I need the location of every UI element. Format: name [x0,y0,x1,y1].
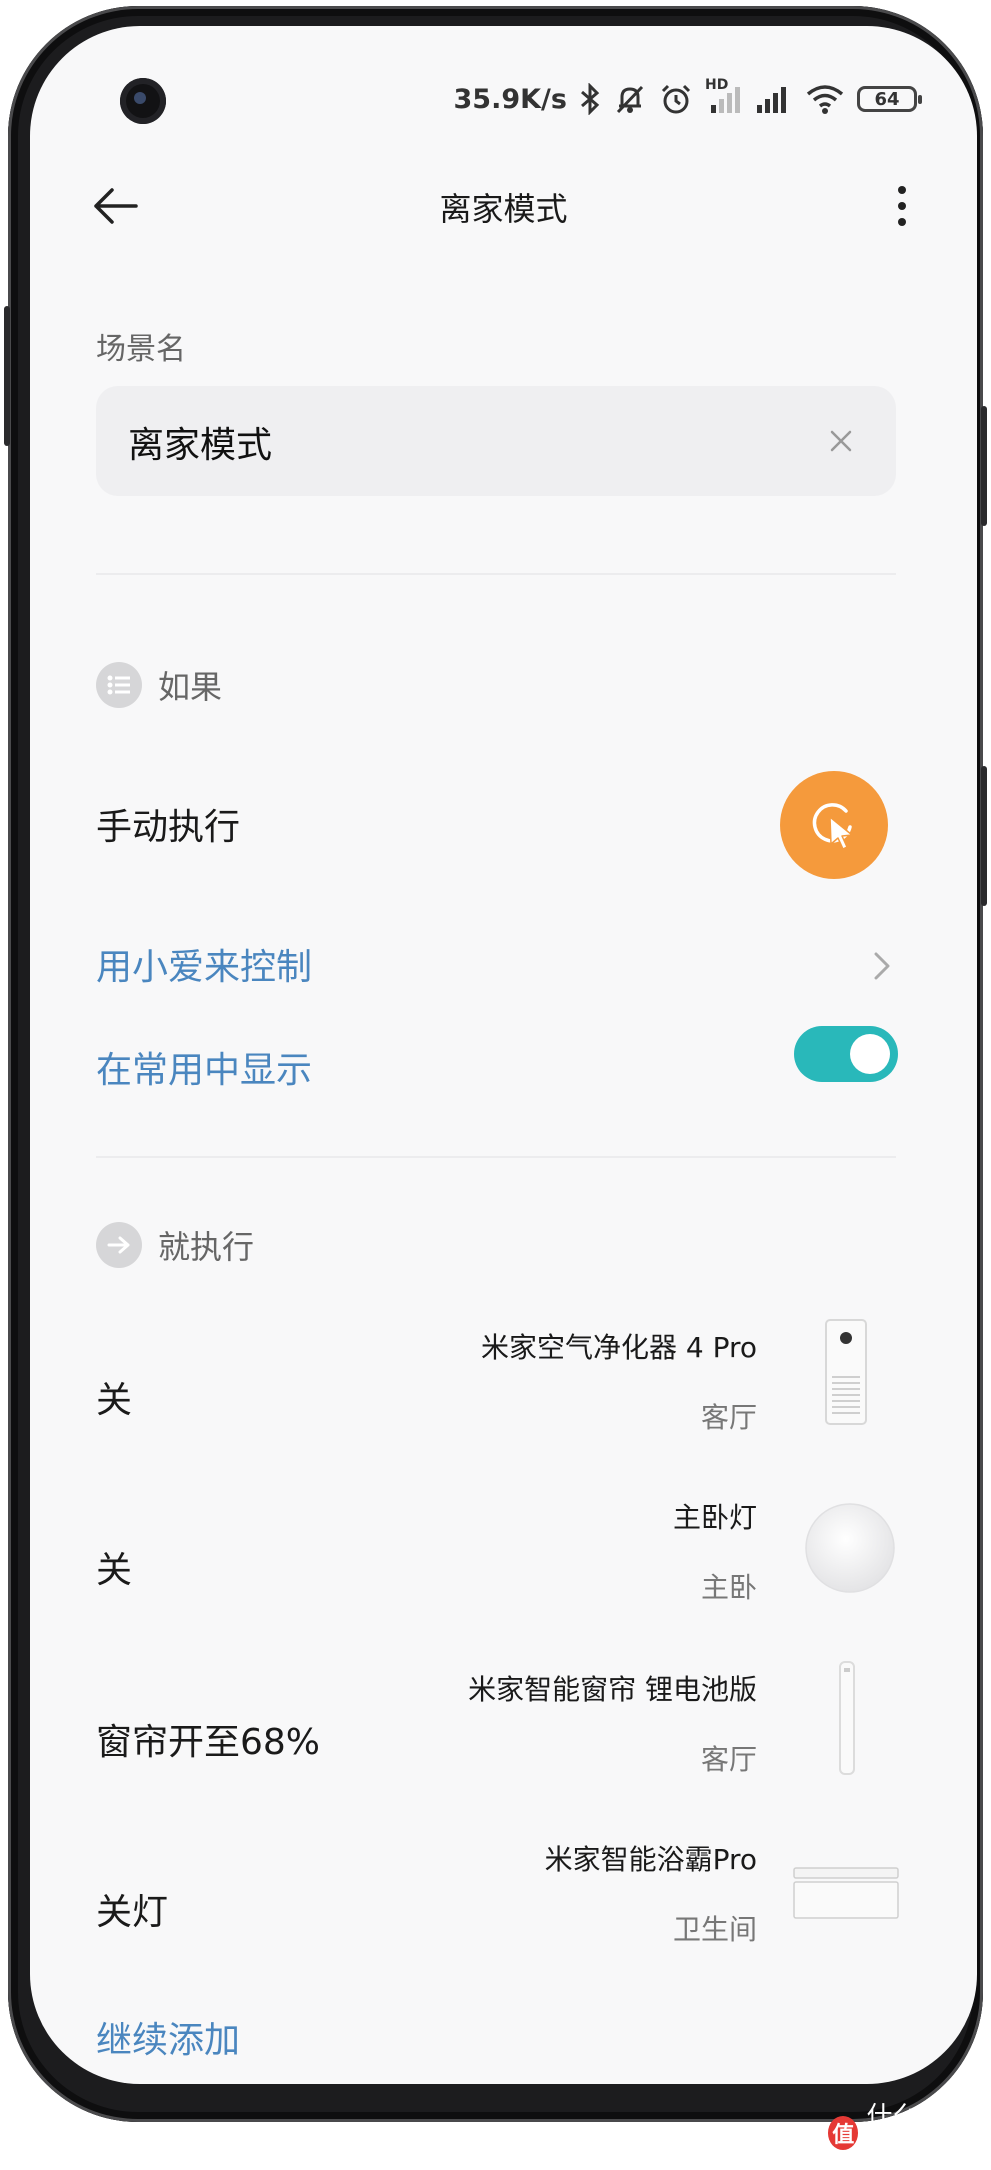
then-section-header: 就执行 [96,1221,254,1269]
volume-button [4,306,10,446]
scene-name-field [96,386,896,498]
watermark: 值 什么值得买 [828,2096,983,2170]
action-row[interactable]: 关灯 米家智能浴霸Pro 卫生间 [30,1828,977,1978]
toggle-knob [850,1034,890,1074]
signal-icon [755,83,793,115]
xiaoai-control-link[interactable]: 用小爱来控制 [96,938,312,990]
scene-name-label: 场景名 [96,332,186,367]
watermark-text: 什么值得买 [866,2102,971,2169]
manual-execute-button[interactable] [780,771,888,879]
tap-cursor-icon [812,803,853,850]
watermark-logo: 值 [828,2116,859,2150]
action-label: 关 [96,1380,133,1421]
bluetooth-icon [579,83,601,115]
top-bar: 离家模式 [30,166,977,246]
action-row[interactable]: 窗帘开至68% 米家智能窗帘 锂电池版 客厅 [30,1658,977,1808]
page-title: 离家模式 [439,190,568,228]
room-name: 客厅 [700,1401,757,1434]
battery-icon: 64 [857,86,922,112]
device-name: 主卧灯 [672,1501,757,1534]
wifi-icon [805,83,845,115]
show-in-common-toggle[interactable] [794,1026,898,1082]
alarm-icon [659,82,693,116]
bath-heater-icon [790,1828,900,1948]
muted-bell-icon [613,82,647,116]
device-name: 米家智能窗帘 锂电池版 [468,1673,757,1706]
if-section-title: 如果 [158,668,223,706]
phone-frame: 35.9K/s HD 64 离家模式 场景名 离家模式 如果 手动执行 用小爱来… [4,6,987,2169]
device-name: 米家空气净化器 4 Pro [480,1331,757,1364]
add-more-link[interactable]: 继续添加 [96,2011,240,2063]
more-options-icon[interactable] [887,180,917,232]
power-button [981,406,987,526]
action-row[interactable]: 关 米家空气净化器 4 Pro 客厅 [30,1316,977,1466]
show-in-common-label: 在常用中显示 [96,1050,313,1091]
clear-icon[interactable] [824,424,858,458]
then-section-title: 就执行 [158,1228,255,1266]
scene-name-input[interactable] [126,386,770,498]
front-camera [120,78,166,124]
hd-label: HD [705,77,729,93]
signal-icon: HD [705,77,743,115]
action-label: 窗帘开至68% [96,1722,321,1763]
curtain-motor-icon [790,1658,900,1778]
manual-execute-label: 手动执行 [96,807,241,848]
action-label: 关 [96,1550,133,1591]
chevron-right-icon[interactable] [870,946,894,986]
if-section-header: 如果 [96,661,222,709]
volume-button [981,766,987,906]
status-bar: 35.9K/s HD 64 [453,77,922,120]
ceiling-light-icon [790,1486,900,1606]
action-label: 关灯 [96,1892,169,1933]
divider [96,573,896,575]
room-name: 主卧 [700,1571,757,1604]
divider [96,1156,896,1158]
arrow-right-icon [96,1222,142,1268]
device-name: 米家智能浴霸Pro [544,1843,757,1876]
screen: 35.9K/s HD 64 离家模式 场景名 离家模式 如果 手动执行 用小爱来… [30,26,977,2084]
room-name: 客厅 [700,1743,757,1776]
room-name: 卫生间 [672,1913,757,1946]
list-icon [96,662,142,708]
air-purifier-icon [790,1316,900,1436]
net-speed: 35.9K/s [453,83,567,115]
battery-level: 64 [874,88,900,110]
action-row[interactable]: 关 主卧灯 主卧 [30,1486,977,1636]
